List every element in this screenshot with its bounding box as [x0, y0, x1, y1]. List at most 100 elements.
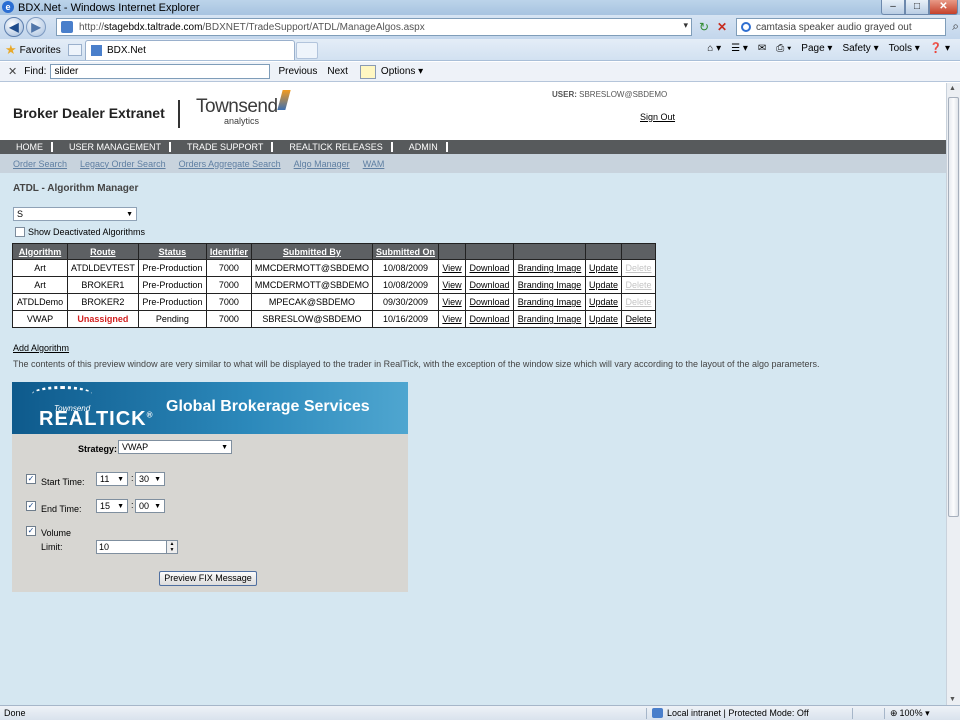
menu-trade-support[interactable]: TRADE SUPPORT [171, 142, 271, 152]
close-find-icon[interactable]: ✕ [8, 65, 17, 78]
col-identifier[interactable]: Identifier [205, 243, 252, 260]
page-title: ATDL - Algorithm Manager [13, 183, 139, 194]
back-button[interactable]: ◀ [4, 17, 24, 37]
volume-limit-checkbox[interactable]: ✓ [26, 526, 36, 536]
end-minute-select[interactable]: 00 ▼ [135, 499, 165, 513]
branding-image-link[interactable]: Branding Image [513, 293, 586, 311]
scroll-down-icon[interactable]: ▼ [949, 696, 956, 703]
menu-user-management[interactable]: USER MANAGEMENT [53, 142, 169, 152]
close-button[interactable]: ✕ [929, 0, 958, 15]
chevron-down-icon: ▼ [126, 211, 133, 218]
safety-menu[interactable]: Safety ▾ [842, 43, 878, 54]
end-time-checkbox[interactable]: ✓ [26, 501, 36, 511]
view-link[interactable]: View [438, 310, 466, 328]
search-box[interactable]: camtasia speaker audio grayed out ⌕ [736, 18, 959, 36]
scrollbar-thumb[interactable] [948, 97, 959, 517]
col-algorithm[interactable]: Algorithm [12, 243, 68, 260]
branding-image-link[interactable]: Branding Image [513, 310, 586, 328]
stop-icon[interactable]: ✕ [714, 18, 730, 36]
search-icon[interactable]: ⌕ [952, 19, 959, 34]
title-bar: e BDX.Net - Windows Internet Explorer – … [0, 0, 960, 15]
command-bar: ⌂ ▾ ☰ ▾ ✉ ⎙ ▾ Page ▾ Safety ▾ Tools ▾ ❓ … [707, 43, 950, 54]
find-next-button[interactable]: Next [327, 66, 348, 77]
tab-page-icon [91, 45, 102, 56]
table-row: VWAP Unassigned Pending 7000 SBRESLOW@SB… [12, 310, 657, 328]
feeds-icon[interactable]: ☰ ▾ [731, 43, 748, 54]
start-hour-select[interactable]: 11 ▼ [96, 472, 128, 486]
download-link[interactable]: Download [465, 276, 514, 294]
menu-admin[interactable]: ADMIN [393, 142, 446, 152]
tools-menu[interactable]: Tools ▾ [889, 43, 920, 54]
favorites-bar: ★ Favorites BDX.Net ⌂ ▾ ☰ ▾ ✉ ⎙ ▾ Page ▾… [0, 39, 960, 61]
start-time-checkbox[interactable]: ✓ [26, 474, 36, 484]
vertical-scrollbar[interactable]: ▲ ▼ [946, 83, 960, 705]
update-link[interactable]: Update [584, 259, 623, 277]
cell-algorithm: VWAP [12, 310, 68, 328]
cell-identifier: 7000 [205, 310, 252, 328]
add-favorite-icon[interactable] [68, 44, 82, 56]
find-input[interactable]: slider [50, 64, 271, 79]
find-previous-button[interactable]: Previous [278, 66, 317, 77]
limit-spinner[interactable]: ▲ ▼ [166, 540, 178, 554]
download-link[interactable]: Download [465, 259, 514, 277]
update-link[interactable]: Update [584, 293, 623, 311]
find-options-button[interactable]: Options ▾ [359, 64, 423, 79]
update-link[interactable]: Update [584, 310, 623, 328]
show-deactivated-checkbox[interactable] [15, 227, 25, 237]
branding-image-link[interactable]: Branding Image [513, 276, 586, 294]
cell-route-unassigned: Unassigned [67, 310, 139, 328]
view-link[interactable]: View [438, 276, 466, 294]
view-link[interactable]: View [438, 293, 466, 311]
help-menu[interactable]: ❓ ▾ [930, 43, 950, 54]
home-icon[interactable]: ⌂ ▾ [707, 43, 721, 54]
scroll-up-icon[interactable]: ▲ [949, 85, 956, 92]
delete-link[interactable]: Delete [621, 310, 657, 328]
strategy-select[interactable]: VWAP ▼ [118, 440, 232, 454]
refresh-icon[interactable]: ↻ [696, 18, 712, 36]
address-bar[interactable]: http://stagebdx.taltrade.com/BDXNET/Trad… [56, 18, 692, 36]
branding-image-link[interactable]: Branding Image [513, 259, 586, 277]
submenu-order-search[interactable]: Order Search [13, 159, 67, 169]
cell-submitted-by: MMCDERMOTT@SBDEMO [250, 276, 374, 294]
submenu-wam[interactable]: WAM [363, 159, 385, 169]
zoom-level[interactable]: ⊕ 100% ▾ [890, 708, 930, 719]
status-bar: Done Local intranet | Protected Mode: Of… [0, 705, 960, 720]
tab-bdxnet[interactable]: BDX.Net [85, 40, 295, 60]
page-menu[interactable]: Page ▾ [801, 43, 832, 54]
preview-fix-message-button[interactable]: Preview FIX Message [159, 571, 257, 586]
search-text: camtasia speaker audio grayed out [756, 21, 912, 33]
update-link[interactable]: Update [584, 276, 623, 294]
submenu-legacy-order-search[interactable]: Legacy Order Search [80, 159, 166, 169]
download-link[interactable]: Download [465, 293, 514, 311]
algorithm-table: Algorithm Route Status Identifier Submit… [12, 243, 657, 328]
show-deactivated-option[interactable]: Show Deactivated Algorithms [15, 227, 145, 237]
address-dropdown-icon[interactable]: ▾ [683, 20, 688, 31]
start-minute-select[interactable]: 30 ▼ [135, 472, 165, 486]
menu-realtick-releases[interactable]: REALTICK RELEASES [273, 142, 390, 152]
chevron-down-icon: ▼ [221, 444, 228, 451]
favorites-button[interactable]: ★ Favorites [5, 42, 61, 58]
view-link[interactable]: View [438, 259, 466, 277]
submenu-orders-aggregate-search[interactable]: Orders Aggregate Search [179, 159, 281, 169]
forward-button[interactable]: ▶ [26, 17, 46, 37]
add-algorithm-link[interactable]: Add Algorithm [13, 343, 69, 353]
maximize-button[interactable]: □ [905, 0, 929, 15]
algorithm-filter-select[interactable]: S ▼ [13, 207, 137, 221]
realtick-preview-panel: Townsend REALTICK® Global Brokerage Serv… [12, 382, 408, 592]
menu-home[interactable]: HOME [0, 142, 51, 152]
col-route[interactable]: Route [67, 243, 139, 260]
submenu-algo-manager[interactable]: Algo Manager [294, 159, 350, 169]
print-icon[interactable]: ⎙ ▾ [776, 43, 791, 54]
cell-submitted-on: 10/08/2009 [372, 276, 439, 294]
col-status[interactable]: Status [137, 243, 207, 260]
download-link[interactable]: Download [465, 310, 514, 328]
col-submitted-on[interactable]: Submitted On [372, 243, 439, 260]
end-hour-select[interactable]: 15 ▼ [96, 499, 128, 513]
sign-out-link[interactable]: Sign Out [640, 112, 675, 122]
col-submitted-by[interactable]: Submitted By [250, 243, 374, 260]
new-tab-button[interactable] [296, 42, 318, 59]
mail-icon[interactable]: ✉ [758, 43, 766, 54]
cell-submitted-by: MMCDERMOTT@SBDEMO [250, 259, 374, 277]
minimize-button[interactable]: – [881, 0, 905, 15]
user-info: USER: SBRESLOW@SBDEMO [552, 90, 668, 99]
